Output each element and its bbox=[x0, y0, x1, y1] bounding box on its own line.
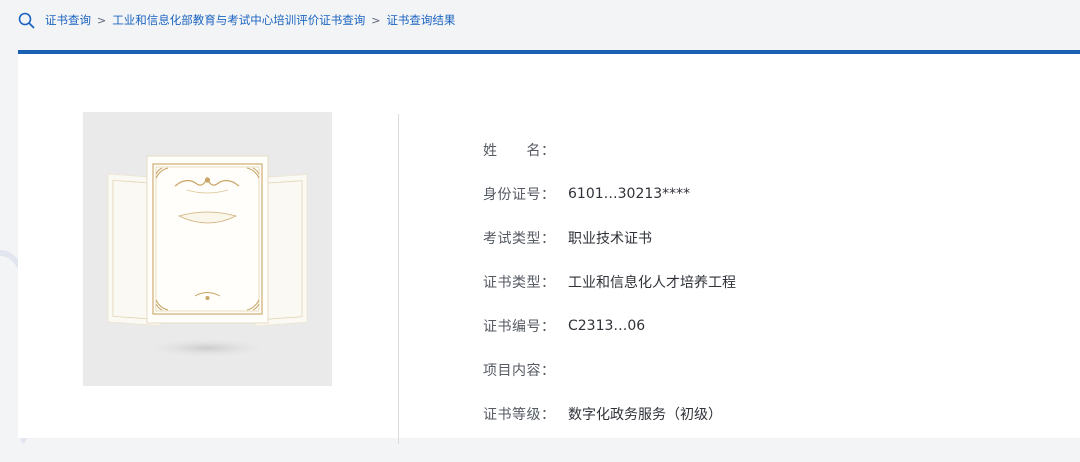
name-label: 姓 名： bbox=[483, 143, 556, 159]
info-row-cert-level: 证书等级： 数字化政务服务（初级） bbox=[483, 403, 722, 425]
breadcrumb-item-training-cert-query[interactable]: 工业和信息化部教育与考试中心培训评价证书查询 bbox=[112, 12, 365, 28]
project-content-label: 项目内容： bbox=[483, 363, 556, 379]
cert-level-value: 数字化政务服务（初级） bbox=[568, 407, 722, 423]
info-row-name: 姓 名： bbox=[483, 139, 568, 161]
cert-type-label: 证书类型： bbox=[483, 275, 556, 291]
breadcrumb-item-cert-query[interactable]: 证书查询 bbox=[45, 12, 91, 28]
id-number-label: 身份证号： bbox=[483, 187, 556, 203]
cert-level-label: 证书等级： bbox=[483, 407, 556, 423]
cert-type-value: 工业和信息化人才培养工程 bbox=[568, 275, 736, 291]
breadcrumb-separator: > bbox=[371, 13, 381, 27]
breadcrumb-separator: > bbox=[97, 13, 107, 27]
info-row-project-content: 项目内容： bbox=[483, 359, 568, 381]
cert-number-label: 证书编号： bbox=[483, 319, 556, 335]
search-icon[interactable] bbox=[18, 12, 35, 29]
info-row-cert-type: 证书类型： 工业和信息化人才培养工程 bbox=[483, 271, 736, 293]
cert-number-value: C2313…06 bbox=[568, 318, 646, 334]
breadcrumb-item-query-result: 证书查询结果 bbox=[386, 13, 456, 27]
info-row-id-number: 身份证号： 6101…30213**** bbox=[483, 183, 690, 205]
exam-type-label: 考试类型： bbox=[483, 231, 556, 247]
breadcrumb: 证书查询 > 工业和信息化部教育与考试中心培训评价证书查询 > 证书查询结果 bbox=[18, 10, 455, 30]
exam-type-value: 职业技术证书 bbox=[568, 231, 652, 247]
vertical-divider bbox=[398, 114, 399, 444]
info-row-cert-number: 证书编号： C2313…06 bbox=[483, 315, 645, 337]
id-number-value: 6101…30213**** bbox=[568, 186, 691, 202]
certificate-image bbox=[83, 112, 332, 386]
info-row-exam-type: 考试类型： 职业技术证书 bbox=[483, 227, 652, 249]
result-panel: 姓 名： 身份证号： 6101…30213**** 考试类型： 职业技术证书 证… bbox=[18, 50, 1080, 444]
